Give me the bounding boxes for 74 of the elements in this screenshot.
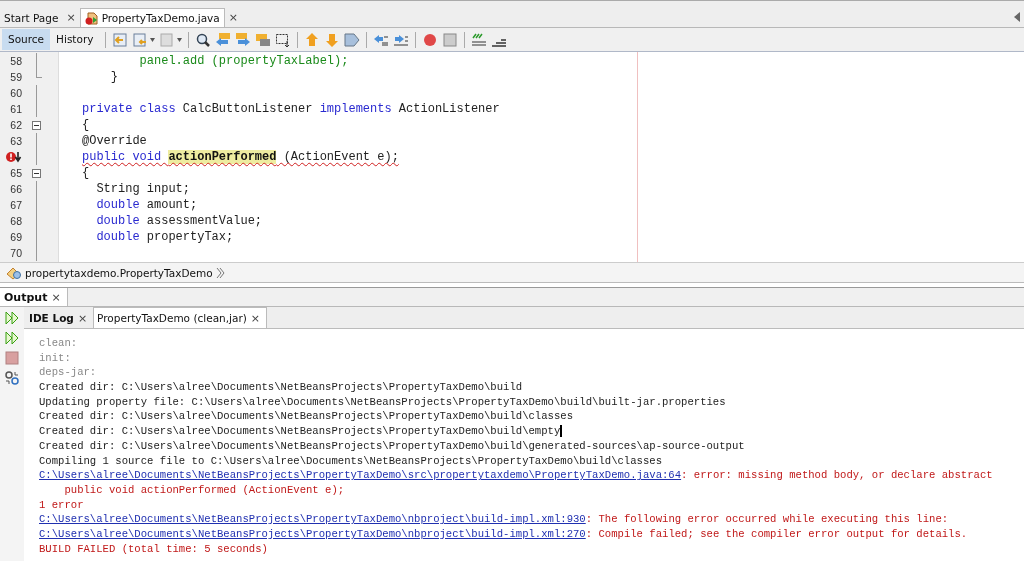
code-line: String input;: [95, 181, 191, 197]
line-number: 67: [9, 199, 22, 211]
scroll-left-icon[interactable]: [1014, 12, 1020, 22]
output-text: deps-jar:: [39, 365, 97, 381]
arrow-up-icon[interactable]: [304, 31, 321, 48]
output-text: : The following error occurred while executing this line:: [585, 512, 949, 527]
close-button[interactable]: ×: [246, 312, 265, 324]
close-button[interactable]: ×: [224, 12, 242, 23]
output-tab[interactable]: IDE Log ×: [26, 308, 94, 328]
code-line: {: [82, 165, 90, 181]
line-number: 65: [9, 167, 22, 179]
code-line: }: [109, 69, 118, 85]
line-number: 62: [9, 119, 22, 131]
record-icon[interactable]: [422, 31, 439, 48]
line-number: 63: [9, 135, 22, 147]
breadcrumb-item[interactable]: propertytaxdemo.PropertyTaxDemo: [25, 266, 213, 279]
stop-icon[interactable]: [442, 31, 459, 48]
output-text: clean:: [39, 336, 78, 351]
view-tab[interactable]: Source: [2, 29, 51, 50]
line-number: 68: [9, 215, 22, 227]
output-text: public void actionPerformed (ActionEvent e);: [63, 482, 345, 498]
line-number: 60: [9, 87, 22, 99]
output-text: : Compile failed; see the compiler error output for details.: [585, 526, 968, 542]
tag-icon[interactable]: [344, 31, 361, 48]
code-line: panel.add (propertyTaxLabel);: [138, 53, 349, 69]
output-text: Created dir: C:\Users\alree\Documents\NetBeansProjects\PropertyTaxDemo\build\empty: [39, 424, 561, 439]
comment-icon[interactable]: [471, 31, 488, 48]
arrow-right-icon[interactable]: [235, 31, 252, 48]
line-number: 59: [9, 71, 22, 83]
output-text: Created dir: C:\Users\alree\Documents\NetBeansProjects\PropertyTaxDemo\build: [39, 380, 523, 395]
output-tab[interactable]: Output ×: [0, 288, 68, 306]
rerun-icon[interactable]: [5, 311, 19, 325]
output-text: Compiling 1 source file to C:\Users\alree\Documents\NetBeansProjects\PropertyTaxDemo\build\classes: [39, 453, 662, 469]
settings-icon[interactable]: [5, 371, 19, 385]
view-tab[interactable]: History: [50, 29, 100, 50]
code-line: private class CalcButtonListener implements ActionListener: [82, 101, 500, 117]
back-icon[interactable]: [112, 31, 129, 48]
output-text: Updating property file: C:\Users\alree\Documents\NetBeansProjects\PropertyTaxDemo\build\built-jar.properties: [39, 394, 726, 410]
output-text: 1 error: [39, 497, 84, 513]
rerun-icon[interactable]: [5, 331, 19, 345]
selection-icon[interactable]: [275, 31, 292, 48]
caret-icon[interactable]: [177, 37, 183, 42]
code-line: @Override: [82, 133, 147, 149]
code-line: double propertyTax;: [95, 229, 234, 245]
file-link[interactable]: C:\Users\alree\Documents\NetBeansProjects\PropertyTaxDemo\src\propertytaxdemo\PropertyTaxDemo.java:64: [39, 468, 682, 483]
line-number: 61: [9, 103, 22, 115]
output-text: BUILD FAILED (total time: 5 seconds): [39, 541, 268, 557]
code-line: double assessmentValue;: [95, 213, 263, 229]
output-tab[interactable]: PropertyTaxDemo (clean,jar) ×: [93, 307, 268, 328]
output-text: Created dir: C:\Users\alree\Documents\NetBeansProjects\PropertyTaxDemo\build\classes: [39, 409, 573, 425]
file-link[interactable]: C:\Users\alree\Documents\NetBeansProjects\PropertyTaxDemo\nbproject\build-impl.xml:930: [39, 512, 586, 527]
line-number: 70: [9, 247, 22, 259]
line-number: 58: [9, 55, 22, 67]
arrow-down-icon[interactable]: [324, 31, 341, 48]
output-text: init:: [39, 350, 71, 366]
java-file-error-icon: [84, 11, 99, 25]
close-button[interactable]: ×: [62, 12, 80, 23]
chevron-right-icon[interactable]: [215, 266, 225, 279]
code-line: double amount;: [95, 197, 198, 213]
code-line: public void actionPerformed (ActionEvent e);: [82, 149, 399, 165]
file-link[interactable]: C:\Users\alree\Documents\NetBeansProjects\PropertyTaxDemo\nbproject\build-impl.xml:270: [39, 526, 586, 542]
editor-tab[interactable]: PropertyTaxDemo.java: [79, 8, 225, 27]
code-line: {: [82, 117, 90, 133]
output-text: : error: missing method body, or declare abstract: [681, 468, 993, 483]
caret-icon[interactable]: [150, 37, 156, 42]
line-number: 66: [9, 183, 22, 195]
output-text: Created dir: C:\Users\alree\Documents\NetBeansProjects\PropertyTaxDemo\build\generated-sources\ap-source-output: [39, 438, 745, 454]
line-number: 69: [9, 231, 22, 243]
editor-tab[interactable]: Start Page: [0, 8, 63, 27]
stop-icon[interactable]: [5, 351, 19, 365]
search-icon[interactable]: [195, 31, 212, 48]
class-icon: [6, 265, 22, 280]
close-button[interactable]: ×: [47, 291, 65, 303]
close-button[interactable]: ×: [73, 312, 92, 324]
